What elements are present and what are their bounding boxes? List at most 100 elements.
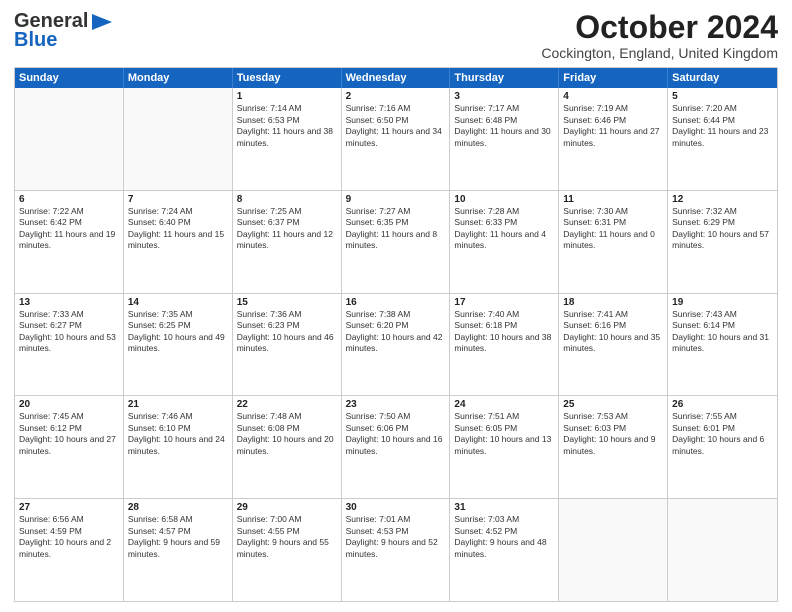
day-number: 29 [237, 502, 337, 513]
calendar-cell: 6Sunrise: 7:22 AM Sunset: 6:42 PM Daylig… [15, 191, 124, 293]
calendar-week-row: 6Sunrise: 7:22 AM Sunset: 6:42 PM Daylig… [15, 190, 777, 293]
calendar-cell: 30Sunrise: 7:01 AM Sunset: 4:53 PM Dayli… [342, 499, 451, 601]
cell-daylight-info: Sunrise: 6:56 AM Sunset: 4:59 PM Dayligh… [19, 514, 119, 560]
day-number: 1 [237, 91, 337, 102]
calendar-cell: 15Sunrise: 7:36 AM Sunset: 6:23 PM Dayli… [233, 294, 342, 396]
cell-daylight-info: Sunrise: 7:46 AM Sunset: 6:10 PM Dayligh… [128, 411, 228, 457]
calendar-cell: 21Sunrise: 7:46 AM Sunset: 6:10 PM Dayli… [124, 396, 233, 498]
header-right: October 2024 Cockington, England, United… [541, 10, 778, 61]
calendar-header-cell: Wednesday [342, 68, 451, 88]
calendar-cell: 20Sunrise: 7:45 AM Sunset: 6:12 PM Dayli… [15, 396, 124, 498]
day-number: 24 [454, 399, 554, 410]
calendar-cell: 29Sunrise: 7:00 AM Sunset: 4:55 PM Dayli… [233, 499, 342, 601]
calendar-cell [124, 88, 233, 190]
cell-daylight-info: Sunrise: 7:24 AM Sunset: 6:40 PM Dayligh… [128, 206, 228, 252]
logo: General Blue [14, 10, 114, 52]
calendar-header-row: SundayMondayTuesdayWednesdayThursdayFrid… [15, 68, 777, 88]
cell-daylight-info: Sunrise: 6:58 AM Sunset: 4:57 PM Dayligh… [128, 514, 228, 560]
calendar-cell: 12Sunrise: 7:32 AM Sunset: 6:29 PM Dayli… [668, 191, 777, 293]
day-number: 25 [563, 399, 663, 410]
cell-daylight-info: Sunrise: 7:27 AM Sunset: 6:35 PM Dayligh… [346, 206, 446, 252]
cell-daylight-info: Sunrise: 7:32 AM Sunset: 6:29 PM Dayligh… [672, 206, 773, 252]
cell-daylight-info: Sunrise: 7:19 AM Sunset: 6:46 PM Dayligh… [563, 103, 663, 149]
calendar-body: 1Sunrise: 7:14 AM Sunset: 6:53 PM Daylig… [15, 88, 777, 601]
cell-daylight-info: Sunrise: 7:14 AM Sunset: 6:53 PM Dayligh… [237, 103, 337, 149]
calendar-header-cell: Monday [124, 68, 233, 88]
day-number: 26 [672, 399, 773, 410]
cell-daylight-info: Sunrise: 7:55 AM Sunset: 6:01 PM Dayligh… [672, 411, 773, 457]
day-number: 16 [346, 297, 446, 308]
day-number: 18 [563, 297, 663, 308]
cell-daylight-info: Sunrise: 7:35 AM Sunset: 6:25 PM Dayligh… [128, 309, 228, 355]
day-number: 12 [672, 194, 773, 205]
calendar-cell [15, 88, 124, 190]
calendar-cell: 28Sunrise: 6:58 AM Sunset: 4:57 PM Dayli… [124, 499, 233, 601]
day-number: 21 [128, 399, 228, 410]
calendar-cell: 11Sunrise: 7:30 AM Sunset: 6:31 PM Dayli… [559, 191, 668, 293]
day-number: 4 [563, 91, 663, 102]
day-number: 9 [346, 194, 446, 205]
cell-daylight-info: Sunrise: 7:30 AM Sunset: 6:31 PM Dayligh… [563, 206, 663, 252]
cell-daylight-info: Sunrise: 7:43 AM Sunset: 6:14 PM Dayligh… [672, 309, 773, 355]
calendar-cell: 3Sunrise: 7:17 AM Sunset: 6:48 PM Daylig… [450, 88, 559, 190]
cell-daylight-info: Sunrise: 7:36 AM Sunset: 6:23 PM Dayligh… [237, 309, 337, 355]
header: General Blue October 2024 Cockington, En… [14, 10, 778, 61]
day-number: 17 [454, 297, 554, 308]
calendar-cell: 25Sunrise: 7:53 AM Sunset: 6:03 PM Dayli… [559, 396, 668, 498]
cell-daylight-info: Sunrise: 7:45 AM Sunset: 6:12 PM Dayligh… [19, 411, 119, 457]
calendar-header-cell: Tuesday [233, 68, 342, 88]
cell-daylight-info: Sunrise: 7:38 AM Sunset: 6:20 PM Dayligh… [346, 309, 446, 355]
cell-daylight-info: Sunrise: 7:53 AM Sunset: 6:03 PM Dayligh… [563, 411, 663, 457]
cell-daylight-info: Sunrise: 7:33 AM Sunset: 6:27 PM Dayligh… [19, 309, 119, 355]
calendar-header-cell: Sunday [15, 68, 124, 88]
logo-blue-text: Blue [14, 29, 57, 52]
day-number: 11 [563, 194, 663, 205]
day-number: 14 [128, 297, 228, 308]
cell-daylight-info: Sunrise: 7:41 AM Sunset: 6:16 PM Dayligh… [563, 309, 663, 355]
cell-daylight-info: Sunrise: 7:03 AM Sunset: 4:52 PM Dayligh… [454, 514, 554, 560]
calendar-cell: 7Sunrise: 7:24 AM Sunset: 6:40 PM Daylig… [124, 191, 233, 293]
day-number: 23 [346, 399, 446, 410]
calendar-cell: 9Sunrise: 7:27 AM Sunset: 6:35 PM Daylig… [342, 191, 451, 293]
calendar-cell: 1Sunrise: 7:14 AM Sunset: 6:53 PM Daylig… [233, 88, 342, 190]
day-number: 30 [346, 502, 446, 513]
calendar-week-row: 20Sunrise: 7:45 AM Sunset: 6:12 PM Dayli… [15, 395, 777, 498]
calendar-header-cell: Friday [559, 68, 668, 88]
day-number: 19 [672, 297, 773, 308]
cell-daylight-info: Sunrise: 7:40 AM Sunset: 6:18 PM Dayligh… [454, 309, 554, 355]
calendar-cell: 4Sunrise: 7:19 AM Sunset: 6:46 PM Daylig… [559, 88, 668, 190]
cell-daylight-info: Sunrise: 7:50 AM Sunset: 6:06 PM Dayligh… [346, 411, 446, 457]
day-number: 5 [672, 91, 773, 102]
day-number: 3 [454, 91, 554, 102]
calendar-cell: 22Sunrise: 7:48 AM Sunset: 6:08 PM Dayli… [233, 396, 342, 498]
calendar-header-cell: Thursday [450, 68, 559, 88]
calendar-cell: 24Sunrise: 7:51 AM Sunset: 6:05 PM Dayli… [450, 396, 559, 498]
cell-daylight-info: Sunrise: 7:01 AM Sunset: 4:53 PM Dayligh… [346, 514, 446, 560]
day-number: 31 [454, 502, 554, 513]
calendar-week-row: 1Sunrise: 7:14 AM Sunset: 6:53 PM Daylig… [15, 88, 777, 190]
cell-daylight-info: Sunrise: 7:28 AM Sunset: 6:33 PM Dayligh… [454, 206, 554, 252]
calendar-cell: 27Sunrise: 6:56 AM Sunset: 4:59 PM Dayli… [15, 499, 124, 601]
day-number: 13 [19, 297, 119, 308]
page: General Blue October 2024 Cockington, En… [0, 0, 792, 612]
logo-flag-icon [90, 14, 112, 30]
calendar-week-row: 27Sunrise: 6:56 AM Sunset: 4:59 PM Dayli… [15, 498, 777, 601]
calendar-cell: 23Sunrise: 7:50 AM Sunset: 6:06 PM Dayli… [342, 396, 451, 498]
calendar-cell: 26Sunrise: 7:55 AM Sunset: 6:01 PM Dayli… [668, 396, 777, 498]
calendar-cell: 5Sunrise: 7:20 AM Sunset: 6:44 PM Daylig… [668, 88, 777, 190]
day-number: 2 [346, 91, 446, 102]
cell-daylight-info: Sunrise: 7:22 AM Sunset: 6:42 PM Dayligh… [19, 206, 119, 252]
day-number: 6 [19, 194, 119, 205]
day-number: 22 [237, 399, 337, 410]
month-title: October 2024 [541, 10, 778, 45]
day-number: 20 [19, 399, 119, 410]
calendar-cell: 31Sunrise: 7:03 AM Sunset: 4:52 PM Dayli… [450, 499, 559, 601]
calendar-cell: 19Sunrise: 7:43 AM Sunset: 6:14 PM Dayli… [668, 294, 777, 396]
calendar-cell: 14Sunrise: 7:35 AM Sunset: 6:25 PM Dayli… [124, 294, 233, 396]
location: Cockington, England, United Kingdom [541, 45, 778, 61]
calendar-week-row: 13Sunrise: 7:33 AM Sunset: 6:27 PM Dayli… [15, 293, 777, 396]
calendar-cell: 16Sunrise: 7:38 AM Sunset: 6:20 PM Dayli… [342, 294, 451, 396]
day-number: 27 [19, 502, 119, 513]
cell-daylight-info: Sunrise: 7:16 AM Sunset: 6:50 PM Dayligh… [346, 103, 446, 149]
calendar-cell: 2Sunrise: 7:16 AM Sunset: 6:50 PM Daylig… [342, 88, 451, 190]
